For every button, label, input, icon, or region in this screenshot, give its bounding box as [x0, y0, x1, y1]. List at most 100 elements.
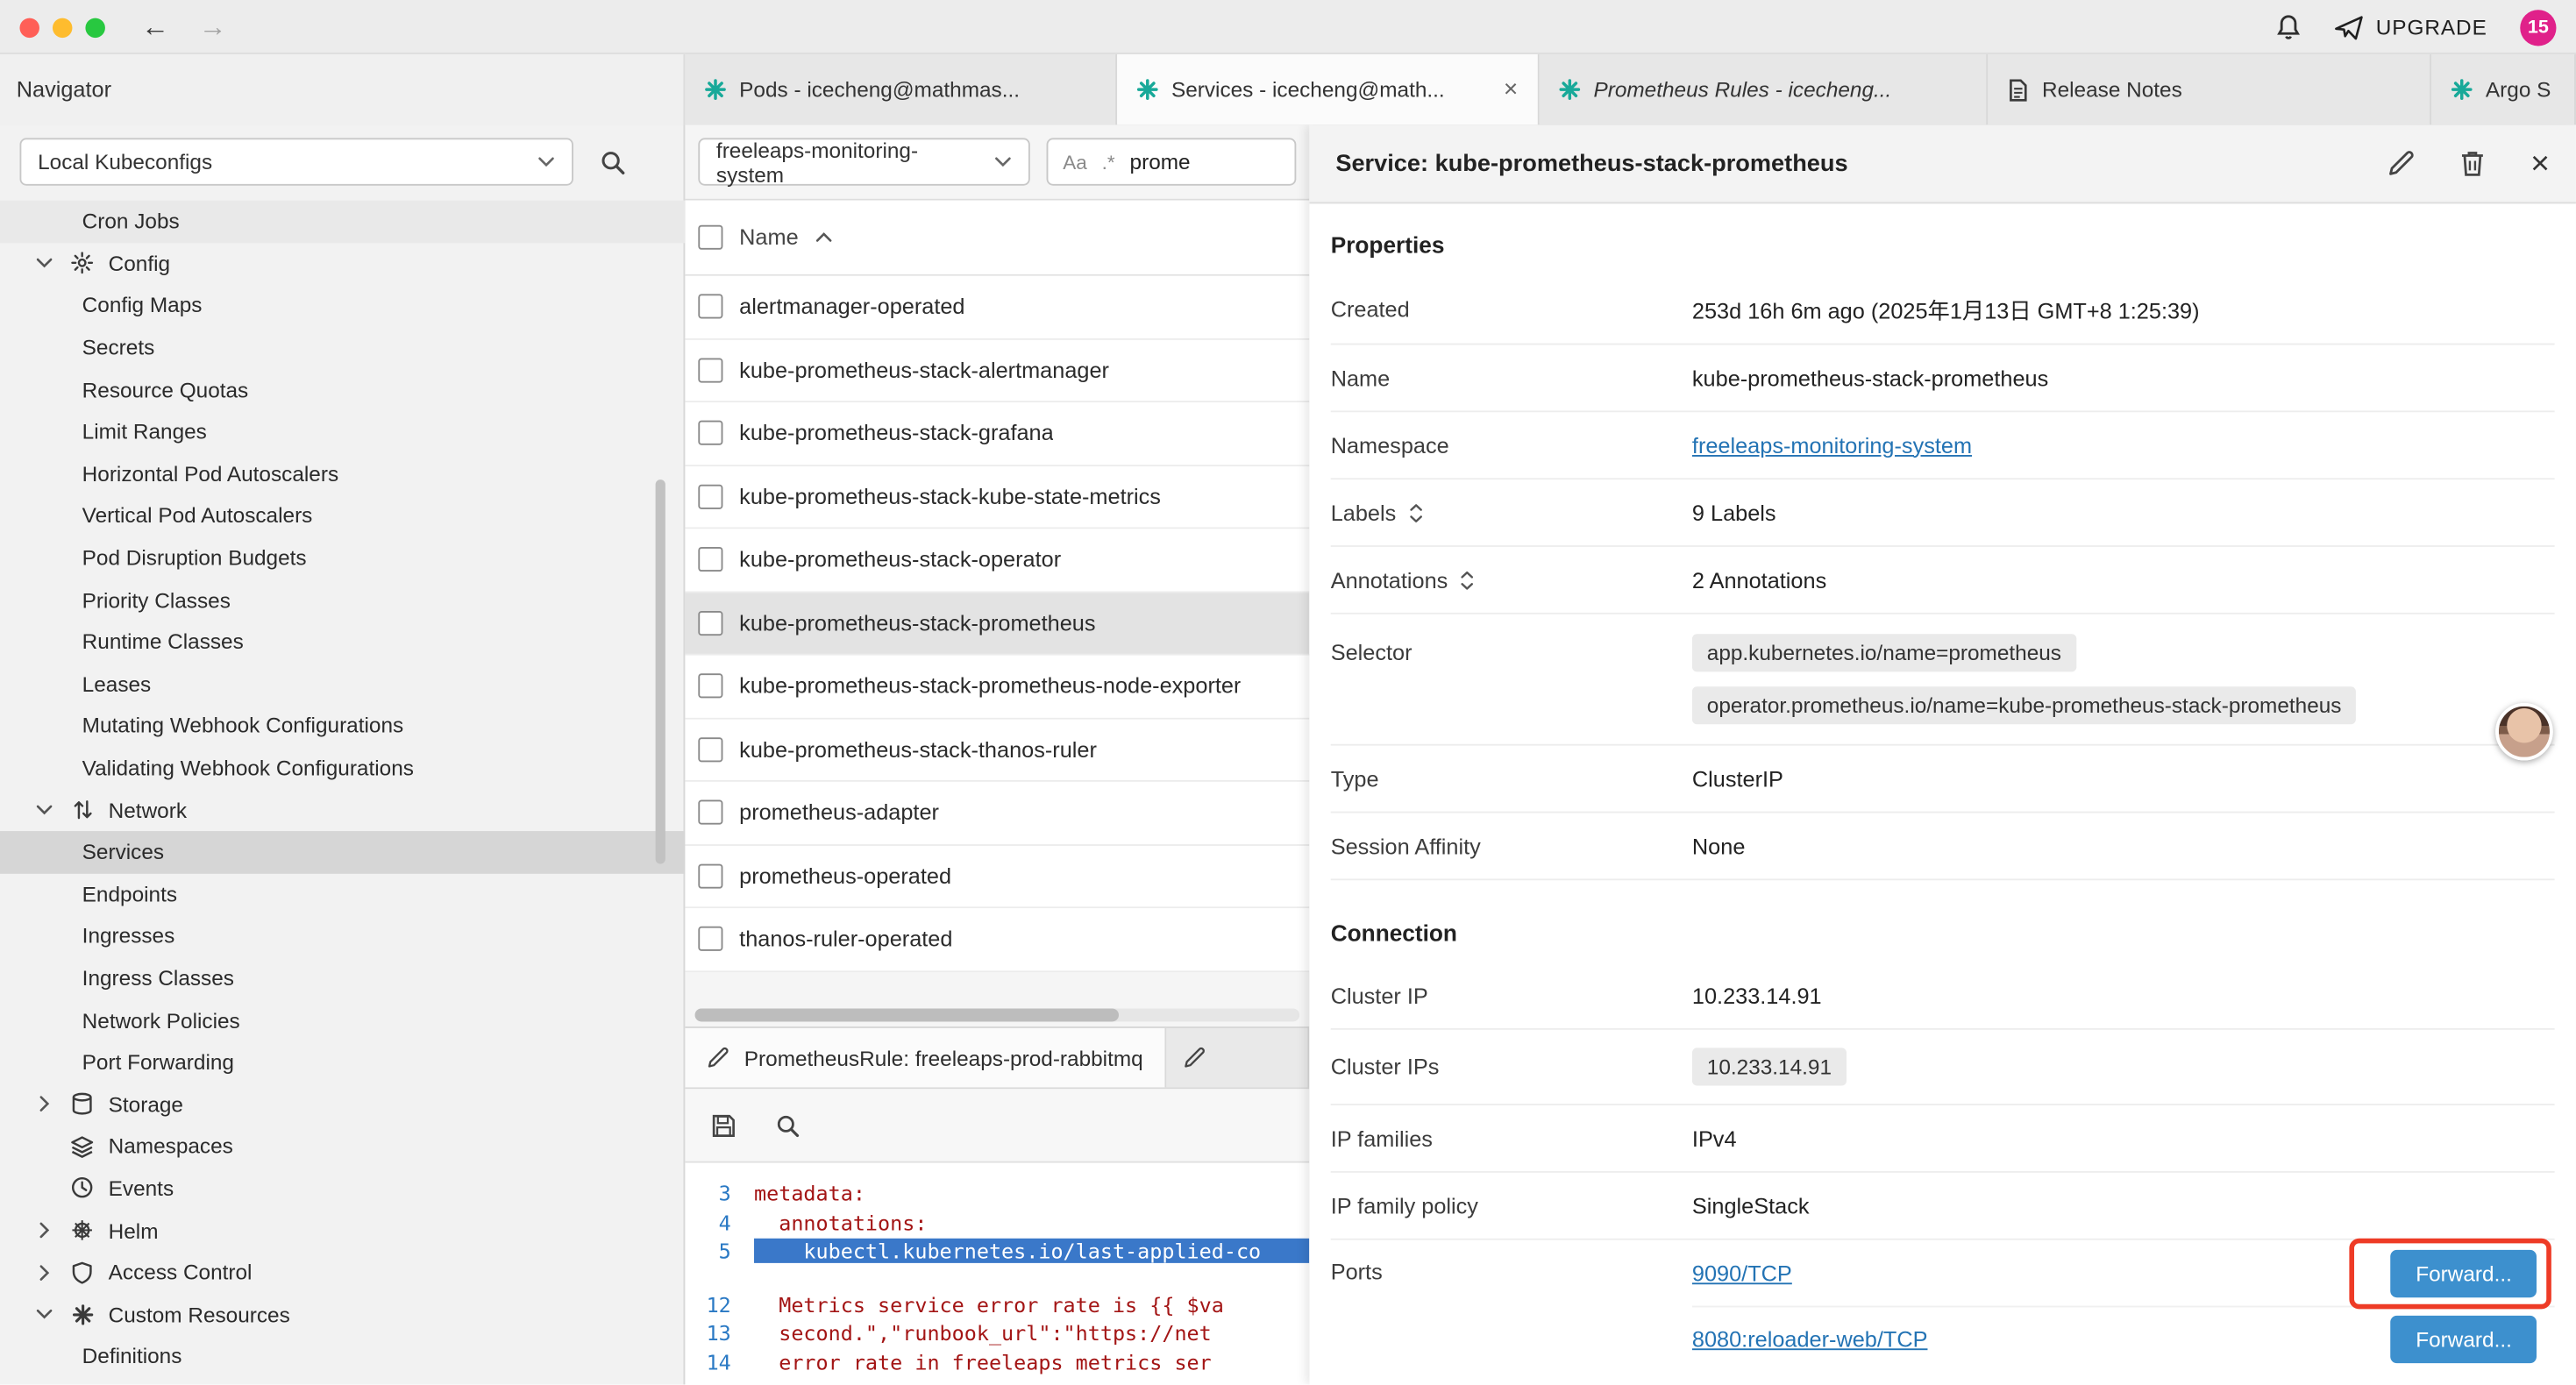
expand-collapse-icon[interactable] — [1459, 569, 1476, 590]
kubeconfig-select[interactable]: Local Kubeconfigs — [19, 138, 573, 185]
table-row[interactable]: kube-prometheus-stack-kube-state-metrics — [685, 465, 1309, 529]
filter-input[interactable]: Aa .* prome — [1047, 138, 1297, 185]
sidebar-item-events[interactable]: Events — [0, 1168, 685, 1210]
row-checkbox[interactable] — [698, 421, 722, 445]
table-row[interactable]: thanos-ruler-operated — [685, 908, 1309, 971]
name-column-header[interactable]: Name — [739, 225, 798, 250]
row-checkbox[interactable] — [698, 737, 722, 762]
sidebar-item-cron-jobs[interactable]: Cron Jobs — [0, 201, 685, 243]
tab-pods[interactable]: Pods - icecheng@mathmas... — [685, 54, 1117, 125]
tab-release-notes[interactable]: Release Notes — [1988, 54, 2431, 125]
table-row[interactable]: kube-prometheus-stack-thanos-ruler — [685, 719, 1309, 782]
sidebar-item-endpoints[interactable]: Endpoints — [0, 873, 685, 915]
sidebar-item-config-maps[interactable]: Config Maps — [0, 285, 685, 327]
created-value: 253d 16h 6m ago (2025年1月13日 GMT+8 1:25:3… — [1692, 293, 2555, 325]
tab-prometheus-rules[interactable]: Prometheus Rules - icecheng... — [1540, 54, 1989, 125]
table-row[interactable]: alertmanager-operated — [685, 276, 1309, 339]
row-checkbox[interactable] — [698, 484, 722, 508]
code-line: annotations: — [754, 1210, 927, 1234]
notifications-bell-icon[interactable] — [2275, 13, 2302, 41]
sidebar-item-definitions[interactable]: Definitions — [0, 1335, 685, 1377]
sidebar-item-priority-classes[interactable]: Priority Classes — [0, 579, 685, 621]
tab-argo[interactable]: Argo S — [2431, 54, 2576, 125]
row-checkbox[interactable] — [698, 674, 722, 699]
sidebar-item-network[interactable]: Network — [0, 789, 685, 831]
row-checkbox[interactable] — [698, 295, 722, 319]
sidebar-item-mutating-webhook-configurations[interactable]: Mutating Webhook Configurations — [0, 705, 685, 747]
regex-toggle[interactable]: .* — [1102, 150, 1115, 173]
upgrade-button[interactable]: UPGRADE — [2335, 14, 2487, 40]
sidebar-item-validating-webhook-configurations[interactable]: Validating Webhook Configurations — [0, 747, 685, 789]
sidebar-item-leases[interactable]: Leases — [0, 663, 685, 705]
row-checkbox[interactable] — [698, 547, 722, 572]
close-window-button[interactable] — [19, 18, 39, 37]
table-row[interactable]: prometheus-adapter — [685, 782, 1309, 845]
edit-pencil-icon — [1183, 1047, 1206, 1069]
sidebar-item-config[interactable]: Config — [0, 243, 685, 285]
table-row[interactable]: kube-prometheus-stack-prometheus-node-ex… — [685, 656, 1309, 719]
sidebar-item-horizontal-pod-autoscalers[interactable]: Horizontal Pod Autoscalers — [0, 452, 685, 494]
sidebar-item-ingresses[interactable]: Ingresses — [0, 915, 685, 957]
avatar[interactable] — [2495, 703, 2553, 761]
dock-tab-next-partial[interactable] — [1166, 1028, 1309, 1087]
sidebar-item-runtime-classes[interactable]: Runtime Classes — [0, 621, 685, 663]
zoom-window-button[interactable] — [85, 18, 104, 37]
horizontal-scrollbar[interactable] — [695, 1008, 1300, 1021]
sidebar-item-resource-quotas[interactable]: Resource Quotas — [0, 368, 685, 410]
shield-icon — [66, 1261, 98, 1283]
close-tab-icon[interactable]: × — [1491, 75, 1518, 103]
namespace-select[interactable]: freeleaps-monitoring-system — [698, 138, 1029, 185]
match-case-toggle[interactable]: Aa — [1063, 150, 1087, 173]
row-checkbox[interactable] — [698, 611, 722, 636]
forward-port-button[interactable]: Forward... — [2391, 1316, 2537, 1363]
row-checkbox[interactable] — [698, 927, 722, 951]
sidebar-item-storage[interactable]: Storage — [0, 1083, 685, 1126]
trash-icon[interactable] — [2460, 150, 2487, 178]
sidebar-item-pod-disruption-budgets[interactable]: Pod Disruption Budgets — [0, 536, 685, 579]
sidebar-item-namespaces[interactable]: Namespaces — [0, 1126, 685, 1168]
table-row[interactable]: kube-prometheus-stack-alertmanager — [685, 339, 1309, 402]
forward-port-button[interactable]: Forward... — [2391, 1249, 2537, 1296]
sidebar-item-network-policies[interactable]: Network Policies — [0, 999, 685, 1041]
sidebar-item-vertical-pod-autoscalers[interactable]: Vertical Pod Autoscalers — [0, 494, 685, 536]
namespaces-icon — [66, 1134, 98, 1157]
sidebar-item-custom-resources[interactable]: Custom Resources — [0, 1293, 685, 1335]
table-row[interactable]: kube-prometheus-stack-operator — [685, 529, 1309, 592]
forward-icon[interactable]: → — [199, 13, 227, 41]
notification-count-badge[interactable]: 15 — [2520, 9, 2556, 45]
save-icon[interactable] — [711, 1112, 736, 1137]
table-row-selected[interactable]: kube-prometheus-stack-prometheus — [685, 592, 1309, 655]
navigator-sidebar: Local Kubeconfigs Cron Jobs Config Confi… — [0, 124, 685, 1384]
row-checkbox[interactable] — [698, 800, 722, 825]
yaml-editor[interactable]: 3metadata: 4 annotations: 5 kubectl.kube… — [685, 1163, 1309, 1385]
close-icon[interactable]: × — [2530, 147, 2550, 180]
back-icon[interactable]: ← — [141, 13, 169, 41]
search-icon[interactable] — [600, 149, 626, 175]
sidebar-item-access-control[interactable]: Access Control — [0, 1251, 685, 1293]
table-header[interactable]: Name — [685, 201, 1309, 276]
namespace-link[interactable]: freeleaps-monitoring-system — [1692, 433, 1972, 458]
search-icon[interactable] — [775, 1112, 800, 1137]
sidebar-item-services[interactable]: Services — [0, 831, 685, 873]
port-link-9090[interactable]: 9090/TCP — [1692, 1261, 1792, 1285]
table-row[interactable]: prometheus-operated — [685, 845, 1309, 908]
sidebar-item-helm[interactable]: Helm — [0, 1210, 685, 1252]
dock-tab-prometheusrule[interactable]: PrometheusRule: freeleaps-prod-rabbitmq — [685, 1028, 1166, 1087]
sidebar-item-secrets[interactable]: Secrets — [0, 326, 685, 368]
minimize-window-button[interactable] — [53, 18, 72, 37]
edit-pencil-icon[interactable] — [2387, 150, 2416, 178]
sidebar-scrollbar[interactable] — [656, 479, 665, 863]
scrollbar-thumb[interactable] — [695, 1008, 1119, 1021]
table-row[interactable]: kube-prometheus-stack-grafana — [685, 402, 1309, 465]
port-link-8080-reloader-web[interactable]: 8080:reloader-web/TCP — [1692, 1327, 1928, 1352]
tab-services[interactable]: Services - icecheng@math... × — [1117, 54, 1540, 125]
sidebar-item-port-forwarding[interactable]: Port Forwarding — [0, 1041, 685, 1083]
cluster-ip-value: 10.233.14.91 — [1692, 983, 2555, 1007]
sidebar-item-limit-ranges[interactable]: Limit Ranges — [0, 410, 685, 452]
select-all-checkbox[interactable] — [698, 225, 722, 250]
row-checkbox[interactable] — [698, 358, 722, 382]
sidebar-item-ingress-classes[interactable]: Ingress Classes — [0, 957, 685, 999]
expand-collapse-icon[interactable] — [1407, 501, 1424, 522]
row-checkbox[interactable] — [698, 863, 722, 888]
details-header: Service: kube-prometheus-stack-prometheu… — [1309, 124, 2576, 203]
